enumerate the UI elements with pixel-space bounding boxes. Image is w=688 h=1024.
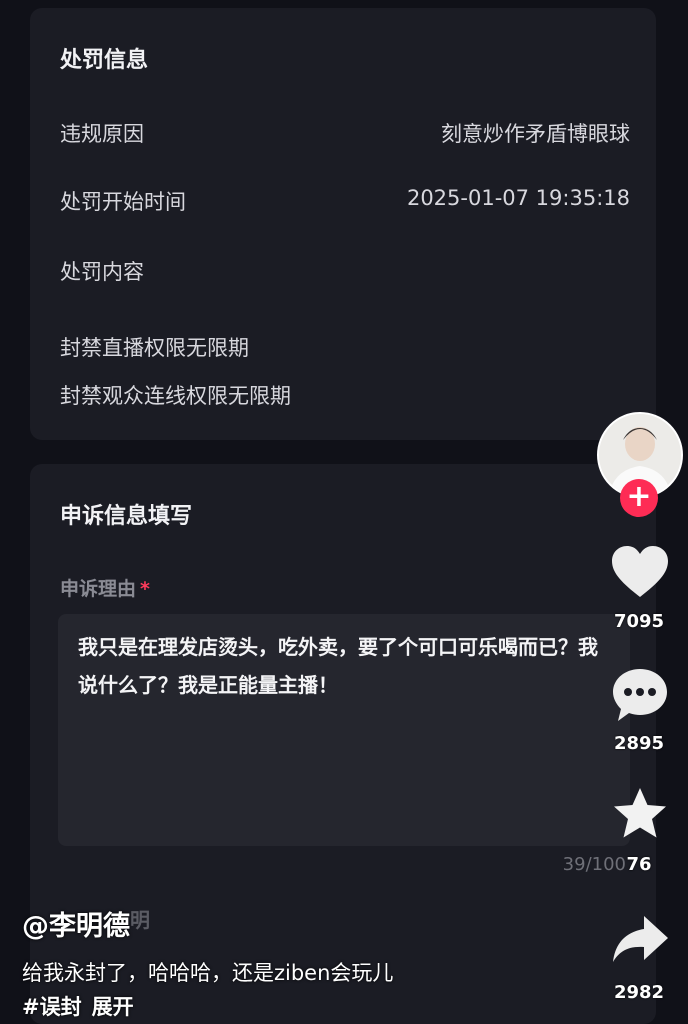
hashtag-link[interactable]: #误封 [22, 995, 82, 1019]
obscured-field-label: 明 [130, 908, 150, 932]
expand-caption-button[interactable]: 展开 [92, 995, 134, 1019]
share-arrow-icon[interactable] [610, 910, 670, 970]
penalty-content-label: 处罚内容 [60, 260, 144, 284]
appeal-reason-text: 我只是在理发店烫头，吃外卖，要了个可口可乐喝而已？我说什么了？我是正能量主播！ [78, 635, 598, 697]
violation-reason-label: 违规原因 [60, 122, 144, 146]
favorite-count: 76 [626, 854, 652, 875]
penalty-content-line: 封禁观众连线权限无限期 [60, 384, 291, 408]
penalty-content-line: 封禁直播权限无限期 [60, 336, 249, 360]
share-count: 2982 [613, 982, 665, 1003]
penalty-info-title: 处罚信息 [60, 48, 149, 73]
penalty-start-label: 处罚开始时间 [60, 190, 186, 214]
appeal-reason-label-text: 申诉理由 [60, 578, 137, 600]
favorite-star-icon[interactable] [610, 785, 670, 845]
appeal-info-title: 申诉信息填写 [60, 504, 193, 529]
appeal-reason-textarea[interactable]: 我只是在理发店烫头，吃外卖，要了个可口可乐喝而已？我说什么了？我是正能量主播！ [58, 614, 630, 846]
follow-button[interactable]: + [620, 479, 658, 517]
like-heart-icon[interactable] [610, 543, 670, 603]
appeal-reason-label: 申诉理由 * [60, 574, 150, 601]
like-count: 7095 [613, 611, 665, 632]
required-mark: * [140, 578, 150, 600]
penalty-start-value: 2025-01-07 19:35:18 [406, 186, 630, 210]
penalty-info-card: 处罚信息 违规原因 刻意炒作矛盾博眼球 处罚开始时间 2025-01-07 19… [30, 8, 656, 440]
violation-reason-value: 刻意炒作矛盾博眼球 [441, 122, 630, 146]
caption-tag-line: #误封 展开 [22, 991, 144, 1021]
author-name[interactable]: @李明德 [22, 904, 130, 943]
comment-count: 2895 [613, 733, 665, 754]
comment-icon[interactable] [610, 665, 670, 725]
video-caption: 给我永封了，哈哈哈，还是ziben会玩儿 [22, 961, 394, 985]
